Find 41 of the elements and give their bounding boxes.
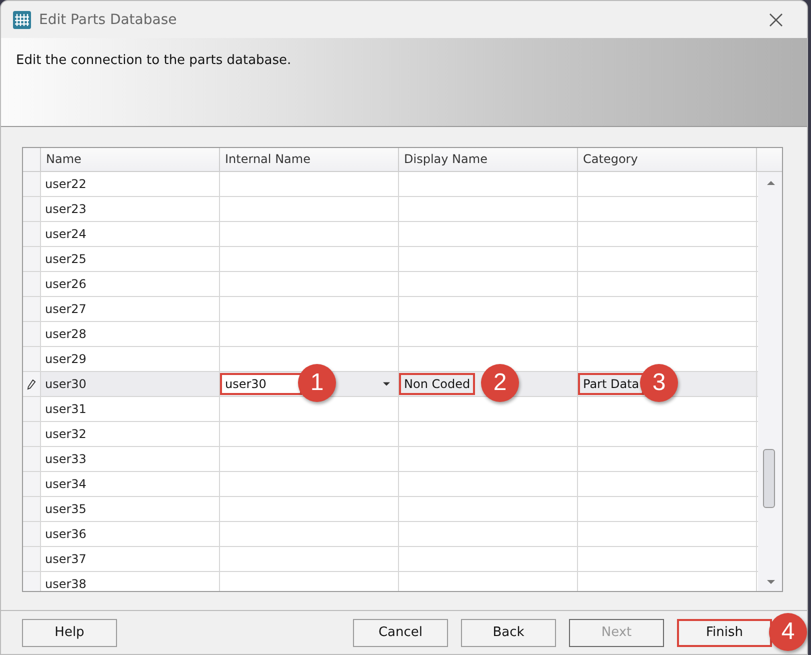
callout-number: 3 (640, 364, 678, 402)
table-cell: user35 (41, 497, 220, 521)
callout-number: 1 (298, 364, 336, 402)
table-cell: user37 (41, 547, 220, 571)
row-header[interactable] (23, 372, 41, 396)
dialog-button[interactable]: Help (22, 618, 117, 646)
callout-number: 4 (769, 612, 807, 650)
grid-icon (13, 10, 31, 28)
scrollbar-thumb[interactable] (763, 449, 775, 508)
dialog-button[interactable]: Back (461, 618, 556, 646)
scroll-up-icon[interactable] (767, 181, 775, 185)
highlighted-value[interactable]: Non Coded (399, 373, 476, 395)
table-cell: user23 (41, 197, 220, 221)
table-cell: user22 (41, 172, 220, 196)
table-cell: user31 (41, 397, 220, 421)
table-cell: user34 (41, 472, 220, 496)
table-cell: user28 (41, 322, 220, 346)
scroll-down-icon[interactable] (767, 580, 775, 584)
column-header[interactable]: Category (578, 148, 757, 171)
table-cell: user27 (41, 297, 220, 321)
caret-icon[interactable] (383, 382, 390, 386)
pencil-icon (27, 378, 36, 390)
banner-text: Edit the connection to the parts database. (16, 53, 292, 68)
vertical-scrollbar[interactable] (758, 172, 782, 591)
table-cell: user29 (41, 347, 220, 371)
dialog-button[interactable]: Cancel (353, 618, 448, 646)
highlighted-value[interactable]: user30 (220, 373, 302, 395)
column-header[interactable]: Display Name (399, 148, 578, 171)
column-header[interactable]: Name (41, 148, 220, 171)
callout-number: 2 (481, 364, 519, 402)
table-cell: user33 (41, 447, 220, 471)
table-cell: user32 (41, 422, 220, 446)
table-cell: user24 (41, 222, 220, 246)
dialog-button[interactable]: Finish (677, 618, 772, 646)
column-header[interactable]: Internal Name (220, 148, 399, 171)
window-title: Edit Parts Database (39, 12, 178, 28)
table-cell: user25 (41, 247, 220, 271)
table-cell: user38 (41, 572, 220, 591)
table-cell: user36 (41, 522, 220, 546)
close-icon[interactable] (769, 12, 783, 26)
table-cell: user26 (41, 272, 220, 296)
